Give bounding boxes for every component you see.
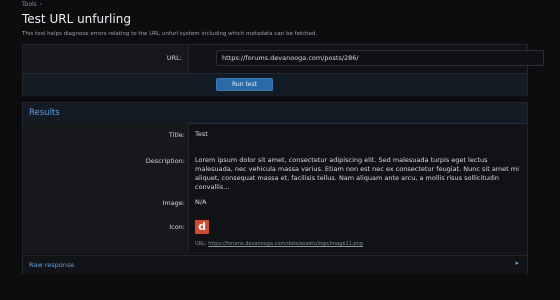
url-label: URL:	[166, 54, 182, 62]
icon-url-line: URL: https://forums.devanooga.com/data/a…	[195, 241, 363, 247]
results-panel: Results Title: Test Description: Lorem i…	[22, 102, 528, 274]
icon-url-prefix: URL:	[195, 241, 207, 247]
raw-response-label: Raw response	[29, 261, 75, 269]
form-footer: Run test	[23, 73, 527, 96]
url-input[interactable]	[216, 50, 544, 66]
site-logo-icon: d	[195, 220, 209, 234]
run-test-button[interactable]: Run test	[216, 78, 273, 91]
results-label-column	[23, 123, 189, 253]
results-header: Results	[23, 103, 527, 124]
chevron-right-icon: ▸	[515, 259, 519, 267]
result-description-value: Lorem ipsum dolor sit amet, consectetur …	[195, 156, 519, 191]
result-title-label: Title:	[168, 131, 185, 139]
page-description: This tool helps diagnose errors relating…	[22, 31, 318, 37]
raw-response-toggle[interactable]: Raw response ▸	[23, 255, 527, 274]
result-icon-label: Icon:	[169, 223, 185, 231]
breadcrumb-item-tools[interactable]: Tools	[22, 1, 37, 8]
url-row: URL:	[23, 45, 544, 73]
result-description-label: Description:	[145, 157, 185, 165]
result-image-value: N/A	[195, 198, 207, 206]
result-title-value: Test	[195, 130, 208, 138]
breadcrumb: Tools ›	[22, 0, 42, 8]
results-body: Title: Test Description: Lorem ipsum dol…	[23, 123, 527, 253]
page-title: Test URL unfurling	[22, 12, 131, 26]
icon-url-link[interactable]: https://forums.devanooga.com/data/assets…	[208, 241, 363, 247]
result-image-label: Image:	[162, 199, 185, 207]
breadcrumb-separator-icon: ›	[39, 0, 43, 8]
results-title: Results	[29, 108, 60, 118]
url-test-form: URL: Run test	[22, 44, 544, 96]
url-label-cell: URL:	[23, 45, 189, 73]
